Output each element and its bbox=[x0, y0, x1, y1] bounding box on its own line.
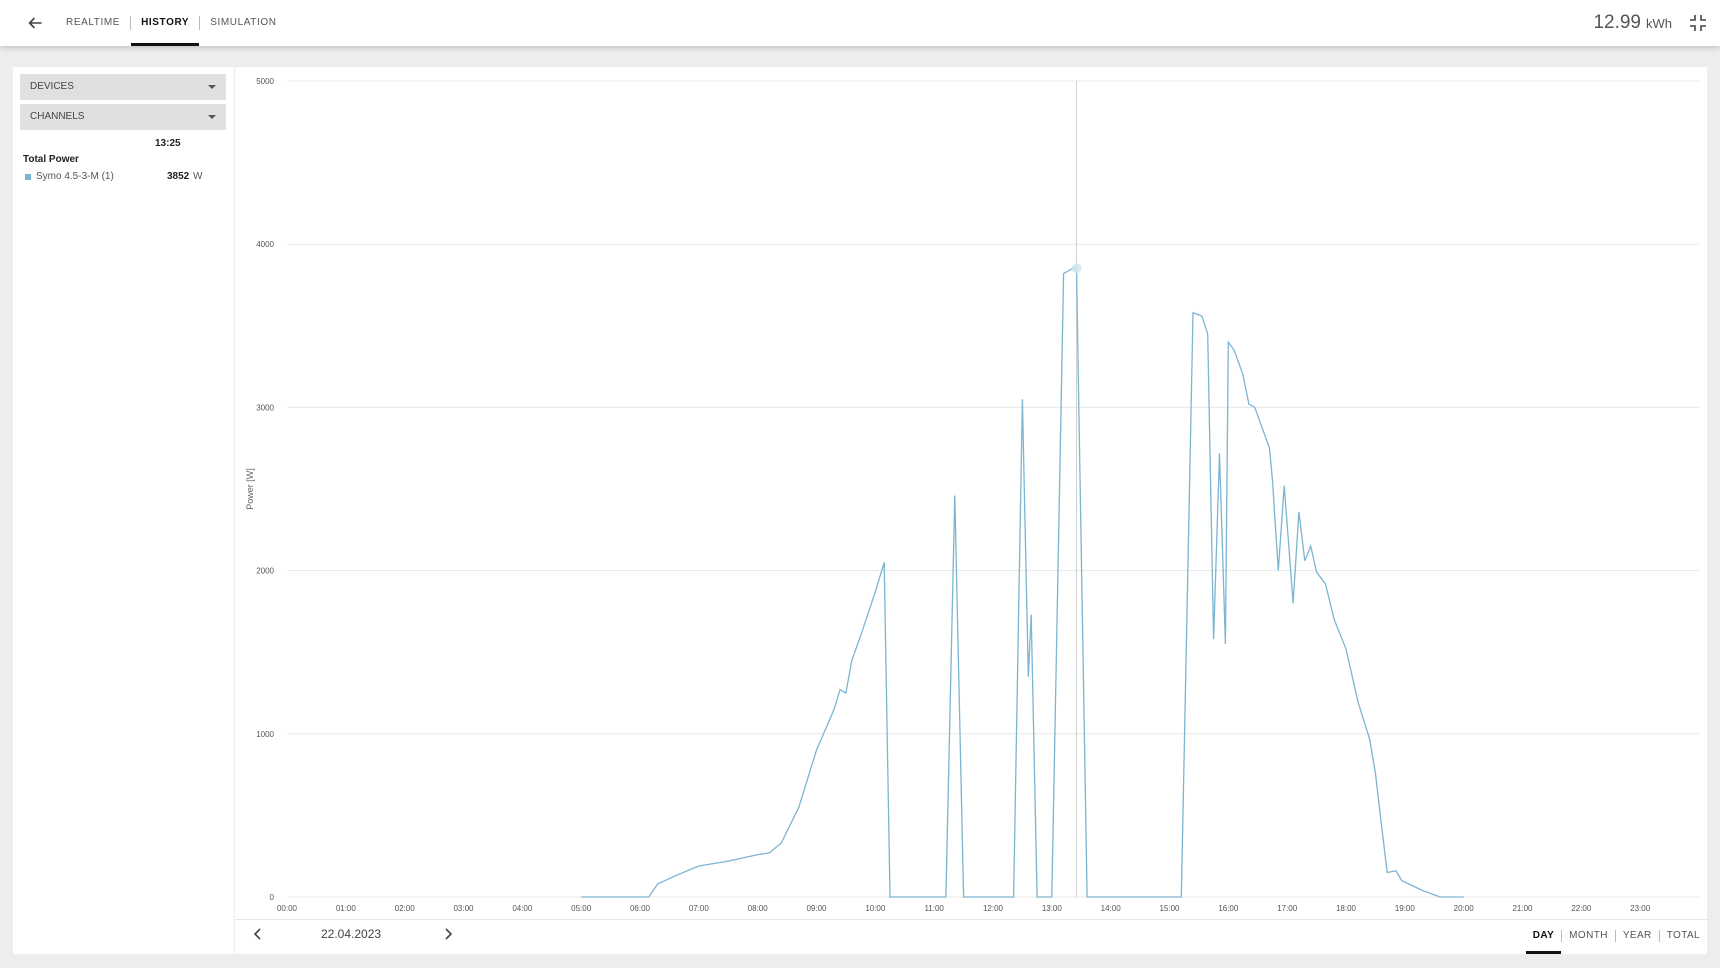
date-navigation: 22.04.2023 bbox=[235, 922, 535, 948]
x-tick-label: 00:00 bbox=[277, 904, 298, 913]
chart-panel: 0 1000 2000 3000 4000 5000 00:00 01:00 02:00 03:… bbox=[235, 67, 1707, 954]
energy-unit: kWh bbox=[1646, 16, 1672, 31]
legend-item-unit: W bbox=[193, 171, 203, 182]
x-tick-label: 18:00 bbox=[1336, 904, 1357, 913]
y-tick-label: 5000 bbox=[256, 77, 274, 86]
current-date[interactable]: 22.04.2023 bbox=[321, 927, 381, 941]
x-tick-label: 16:00 bbox=[1218, 904, 1239, 913]
tab-simulation[interactable]: SIMULATION bbox=[200, 0, 286, 46]
x-tick-label: 09:00 bbox=[806, 904, 827, 913]
energy-value: 12.99 bbox=[1593, 12, 1641, 33]
x-tick-label: 04:00 bbox=[512, 904, 533, 913]
x-tick-label: 17:00 bbox=[1277, 904, 1298, 913]
tab-realtime[interactable]: REALTIME bbox=[56, 0, 130, 46]
y-tick-label: 1000 bbox=[256, 730, 274, 739]
x-tick-label: 01:00 bbox=[336, 904, 357, 913]
arrow-left-icon[interactable] bbox=[24, 12, 46, 34]
legend-time: 13:25 bbox=[155, 138, 181, 149]
x-tick-label: 11:00 bbox=[924, 904, 944, 913]
x-tick-label: 02:00 bbox=[395, 904, 416, 913]
chevron-left-icon[interactable] bbox=[250, 926, 266, 942]
energy-total: 12.99 kWh bbox=[1593, 12, 1672, 34]
y-tick-label: 3000 bbox=[256, 403, 274, 412]
x-tick-label: 15:00 bbox=[1159, 904, 1180, 913]
x-tick-label: 08:00 bbox=[748, 904, 769, 913]
footer-divider bbox=[235, 919, 1707, 920]
devices-dropdown-label: DEVICES bbox=[30, 81, 74, 92]
x-tick-label: 13:00 bbox=[1042, 904, 1063, 913]
x-tick-label: 07:00 bbox=[689, 904, 710, 913]
tab-month[interactable]: MONTH bbox=[1562, 925, 1615, 954]
legend-item[interactable]: Symo 4.5-3-M (1) 3852 W bbox=[23, 171, 228, 185]
caret-down-icon bbox=[208, 115, 216, 119]
channels-dropdown[interactable]: CHANNELS bbox=[20, 104, 226, 130]
top-bar: REALTIME HISTORY SIMULATION 12.99 kWh bbox=[0, 0, 1720, 46]
tab-history[interactable]: HISTORY bbox=[131, 0, 200, 46]
x-tick-label: 10:00 bbox=[865, 904, 886, 913]
tab-day[interactable]: DAY bbox=[1525, 925, 1562, 954]
chevron-right-icon[interactable] bbox=[440, 926, 456, 942]
fullscreen-exit-icon[interactable] bbox=[1688, 13, 1708, 33]
x-tick-label: 05:00 bbox=[571, 904, 592, 913]
power-line-chart[interactable]: 0 1000 2000 3000 4000 5000 00:00 01:00 02:00 03:… bbox=[235, 67, 1707, 917]
sidebar: DEVICES CHANNELS 13:25 Total Power Symo … bbox=[13, 67, 234, 954]
x-axis-ticks: 00:00 01:00 02:00 03:00 04:00 05:00 06:00 07:00… bbox=[277, 904, 1651, 913]
x-tick-label: 12:00 bbox=[983, 904, 1004, 913]
x-tick-label: 21:00 bbox=[1512, 904, 1533, 913]
y-axis-title: Power [W] bbox=[245, 468, 255, 510]
channels-dropdown-label: CHANNELS bbox=[30, 111, 85, 122]
caret-down-icon bbox=[208, 85, 216, 89]
devices-dropdown[interactable]: DEVICES bbox=[20, 74, 226, 100]
x-tick-label: 14:00 bbox=[1101, 904, 1122, 913]
x-tick-label: 22:00 bbox=[1571, 904, 1592, 913]
y-tick-label: 4000 bbox=[256, 240, 274, 249]
x-tick-label: 03:00 bbox=[453, 904, 474, 913]
x-tick-label: 23:00 bbox=[1630, 904, 1651, 913]
y-tick-label: 2000 bbox=[256, 567, 274, 576]
tab-total[interactable]: TOTAL bbox=[1660, 925, 1707, 954]
x-tick-label: 20:00 bbox=[1454, 904, 1475, 913]
y-tick-label: 0 bbox=[270, 893, 275, 902]
series-line-symo bbox=[581, 267, 1464, 898]
x-tick-label: 06:00 bbox=[630, 904, 651, 913]
tab-year[interactable]: YEAR bbox=[1616, 925, 1659, 954]
legend-title: Total Power bbox=[23, 154, 79, 165]
legend-swatch bbox=[25, 174, 31, 180]
chart-grid bbox=[287, 80, 1699, 898]
hover-point bbox=[1071, 263, 1082, 274]
x-tick-label: 19:00 bbox=[1395, 904, 1416, 913]
period-tabs: DAY MONTH YEAR TOTAL bbox=[1525, 925, 1707, 954]
view-tabs: REALTIME HISTORY SIMULATION bbox=[56, 0, 287, 46]
legend-item-name: Symo 4.5-3-M (1) bbox=[36, 171, 114, 182]
legend-item-value: 3852 bbox=[167, 171, 190, 182]
y-axis-ticks: 0 1000 2000 3000 4000 5000 bbox=[256, 77, 274, 902]
